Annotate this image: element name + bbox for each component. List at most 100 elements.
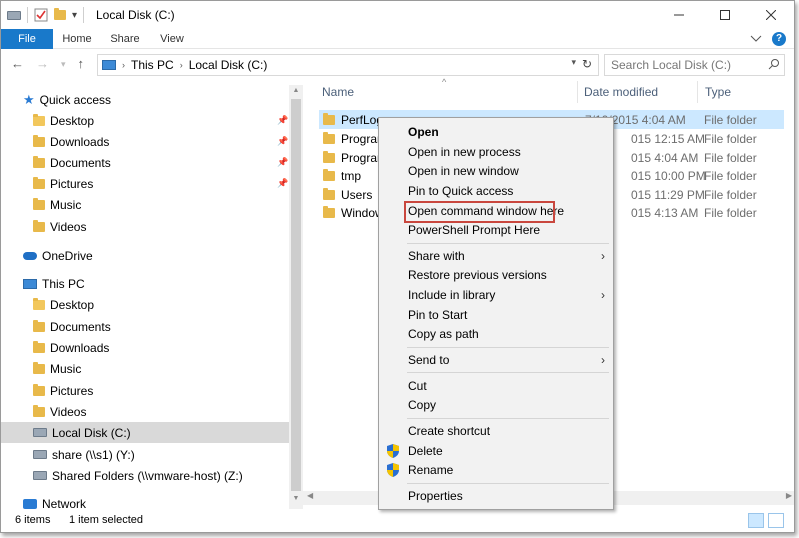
menu-item-share-with[interactable]: Share with ›: [379, 246, 613, 266]
sidebar-item-local-disk[interactable]: Local Disk (C:): [1, 422, 289, 443]
menu-item-pin-quick-access[interactable]: Pin to Quick access: [379, 181, 613, 201]
search-icon: [768, 59, 779, 70]
sidebar-item-label: Shared Folders (\\vmware-host) (Z:): [52, 468, 243, 483]
breadcrumb-local-disk[interactable]: Local Disk (C:): [189, 58, 268, 72]
menu-item-open-new-process[interactable]: Open in new process: [379, 142, 613, 162]
properties-icon[interactable]: [34, 8, 48, 22]
menu-item-properties[interactable]: Properties: [379, 486, 613, 506]
sidebar-item-documents[interactable]: Documents 📌: [1, 152, 289, 173]
context-menu: Open Open in new process Open in new win…: [378, 117, 614, 510]
folder-icon: [323, 131, 335, 144]
sidebar-item-label: Network: [42, 496, 87, 511]
scroll-down-icon[interactable]: ▼: [289, 495, 303, 502]
breadcrumb-this-pc[interactable]: This PC: [131, 58, 174, 72]
tab-home[interactable]: Home: [55, 29, 99, 49]
sidebar-item-onedrive[interactable]: OneDrive: [1, 245, 289, 266]
breadcrumb-separator-icon[interactable]: ›: [180, 60, 183, 70]
selection-count: 1 item selected: [69, 514, 143, 526]
menu-item-open[interactable]: Open: [379, 122, 613, 142]
computer-icon: [23, 278, 37, 289]
sidebar-item-pictures[interactable]: Pictures: [1, 380, 289, 401]
column-header-name[interactable]: Name: [322, 85, 354, 99]
folder-icon: [33, 219, 45, 232]
sidebar-item-label: Downloads: [50, 340, 110, 355]
up-icon[interactable]: ↑: [78, 56, 85, 71]
sidebar-item-share-drive[interactable]: share (\\s1) (Y:): [1, 444, 289, 465]
folder-icon: [33, 113, 45, 126]
sidebar-item-label: Local Disk (C:): [52, 425, 131, 440]
new-folder-icon[interactable]: [54, 8, 66, 20]
column-header-type[interactable]: Type: [705, 85, 731, 99]
recent-dropdown-icon[interactable]: ▾: [61, 59, 66, 71]
sidebar-item-downloads[interactable]: Downloads: [1, 337, 289, 358]
menu-item-pin-start[interactable]: Pin to Start: [379, 305, 613, 325]
sidebar-item-label: Videos: [50, 219, 87, 234]
sidebar-item-documents[interactable]: Documents: [1, 316, 289, 337]
star-icon: ★: [23, 91, 35, 107]
sidebar-item-pictures[interactable]: Pictures 📌: [1, 173, 289, 194]
pin-icon: 📌: [277, 115, 289, 125]
quick-access-toolbar: ▾: [7, 7, 85, 23]
details-view-icon[interactable]: [748, 513, 764, 528]
tab-share[interactable]: Share: [101, 29, 149, 49]
scroll-right-icon[interactable]: ▶: [786, 491, 792, 500]
folder-icon: [323, 150, 335, 163]
menu-item-send-to[interactable]: Send to ›: [379, 350, 613, 370]
sidebar-item-shared-folders[interactable]: Shared Folders (\\vmware-host) (Z:): [1, 465, 289, 486]
large-icons-view-icon[interactable]: [768, 513, 784, 528]
sidebar-item-label: This PC: [42, 276, 85, 291]
close-icon: [766, 10, 776, 20]
sidebar-item-quick-access[interactable]: ★ Quick access: [1, 89, 289, 110]
sidebar-item-music[interactable]: Music: [1, 194, 289, 215]
menu-item-create-shortcut[interactable]: Create shortcut: [379, 421, 613, 441]
qat-dropdown-icon[interactable]: ▾: [72, 10, 77, 21]
menu-separator: [407, 372, 609, 373]
sidebar-item-desktop[interactable]: Desktop 📌: [1, 110, 289, 131]
menu-item-copy-path[interactable]: Copy as path: [379, 324, 613, 344]
maximize-button[interactable]: [702, 1, 748, 29]
search-input[interactable]: Search Local Disk (C:): [604, 54, 785, 76]
sidebar-item-music[interactable]: Music: [1, 358, 289, 379]
sidebar-item-label: Desktop: [50, 297, 95, 312]
file-type: File folder: [704, 187, 757, 202]
scroll-up-icon[interactable]: ▲: [289, 87, 303, 94]
tab-view[interactable]: View: [151, 29, 193, 49]
drive-icon: [7, 10, 21, 20]
address-dropdown-icon[interactable]: ▾: [571, 57, 576, 68]
scroll-left-icon[interactable]: ◀: [307, 491, 313, 500]
forward-icon[interactable]: →: [36, 56, 49, 71]
title-bar: ▾ Local Disk (C:): [1, 1, 794, 29]
ribbon-tabs: File Home Share View ?: [1, 29, 794, 49]
sidebar-item-downloads[interactable]: Downloads 📌: [1, 131, 289, 152]
sidebar-item-label: OneDrive: [42, 248, 93, 263]
column-divider: [697, 81, 698, 103]
sidebar-item-this-pc[interactable]: This PC: [1, 273, 289, 294]
breadcrumb-separator-icon[interactable]: ›: [122, 60, 125, 70]
menu-item-cut[interactable]: Cut: [379, 376, 613, 396]
expand-ribbon-icon[interactable]: [750, 35, 762, 43]
sidebar-item-videos[interactable]: Videos: [1, 216, 289, 237]
menu-item-delete[interactable]: Delete: [379, 441, 613, 461]
pin-icon: 📌: [277, 157, 289, 167]
file-type: File folder: [704, 205, 757, 220]
menu-item-powershell[interactable]: PowerShell Prompt Here: [379, 220, 613, 240]
minimize-button[interactable]: [656, 1, 702, 29]
pin-icon: 📌: [277, 136, 289, 146]
back-icon[interactable]: ←: [11, 56, 24, 71]
help-icon[interactable]: ?: [772, 32, 786, 46]
column-header-date[interactable]: Date modified: [584, 85, 658, 99]
sidebar-item-videos[interactable]: Videos: [1, 401, 289, 422]
menu-item-restore-versions[interactable]: Restore previous versions: [379, 265, 613, 285]
close-button[interactable]: [748, 1, 794, 29]
refresh-icon[interactable]: ↻: [578, 57, 596, 73]
scrollbar-thumb[interactable]: [291, 99, 301, 491]
menu-item-open-new-window[interactable]: Open in new window: [379, 161, 613, 181]
menu-item-copy[interactable]: Copy: [379, 395, 613, 415]
tab-file[interactable]: File: [1, 29, 53, 49]
sidebar-item-desktop[interactable]: Desktop: [1, 294, 289, 315]
menu-item-rename[interactable]: Rename: [379, 460, 613, 480]
sidebar-scrollbar[interactable]: ▲ ▼: [289, 85, 303, 509]
menu-item-include-library[interactable]: Include in library ›: [379, 285, 613, 305]
address-bar[interactable]: › This PC › Local Disk (C:) ▾ ↻: [97, 54, 599, 76]
window-title: Local Disk (C:): [96, 8, 175, 22]
